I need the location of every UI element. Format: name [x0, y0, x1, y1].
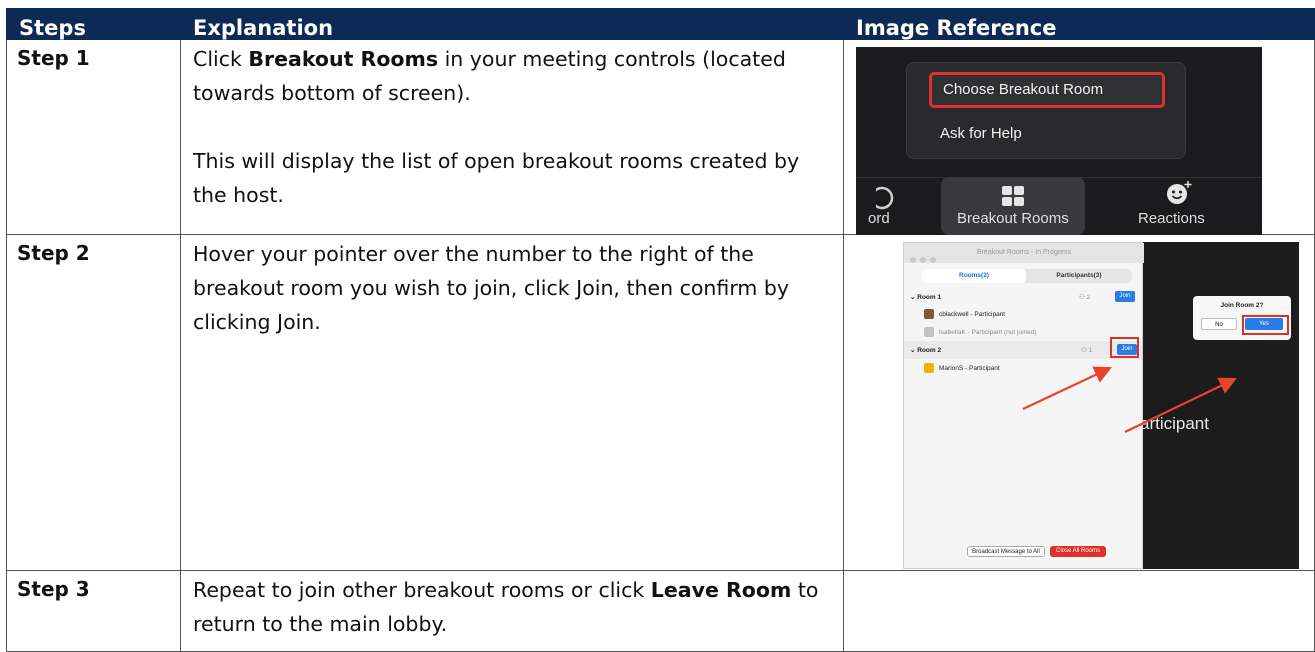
image-cell	[844, 571, 1315, 652]
arrows-overlay	[1022, 366, 1237, 433]
bold-term: Breakout Rooms	[248, 47, 439, 71]
arrow-to-join	[1022, 366, 1112, 410]
grid-icon	[1002, 186, 1024, 206]
step-label: Step 2	[6, 235, 181, 571]
reactions-label: Reactions	[1138, 210, 1205, 227]
breakout-rooms-label: Breakout Rooms	[957, 210, 1069, 227]
arrow-to-yes	[1124, 377, 1237, 433]
table-header: Steps Explanation Image Reference	[6, 8, 1315, 40]
step-explanation: Repeat to join other breakout rooms or c…	[181, 571, 844, 652]
header-explanation: Explanation	[181, 8, 844, 40]
emoji-plus-icon	[1167, 181, 1192, 204]
record-label: ord	[868, 210, 890, 227]
header-image-reference: Image Reference	[844, 8, 1315, 40]
text: This will display the list of open break…	[193, 149, 800, 207]
ask-for-help-item[interactable]: Ask for Help	[940, 125, 1022, 142]
menu-label: Choose Breakout Room	[943, 81, 1104, 98]
record-icon	[876, 186, 894, 210]
step-label: Step 1	[6, 40, 181, 235]
table-row: Step 3 Repeat to join other breakout roo…	[6, 571, 1315, 652]
text: Click	[193, 47, 249, 71]
step-label: Step 3	[6, 571, 181, 652]
text: Hover your pointer over the number to th…	[193, 242, 790, 334]
reference-image-1: Choose Breakout Room Ask for Help ord Br…	[856, 47, 1262, 235]
step-explanation: Click Breakout Rooms in your meeting con…	[181, 40, 844, 235]
reference-image-2: Breakout Rooms - In Progress Rooms(2) Pa…	[903, 242, 1299, 569]
choose-breakout-room-item[interactable]: Choose Breakout Room	[929, 72, 1165, 108]
bold-term: Leave Room	[650, 578, 792, 602]
step-explanation: Hover your pointer over the number to th…	[181, 235, 844, 571]
header-steps: Steps	[6, 8, 181, 40]
text: Repeat to join other breakout rooms or c…	[193, 578, 651, 602]
